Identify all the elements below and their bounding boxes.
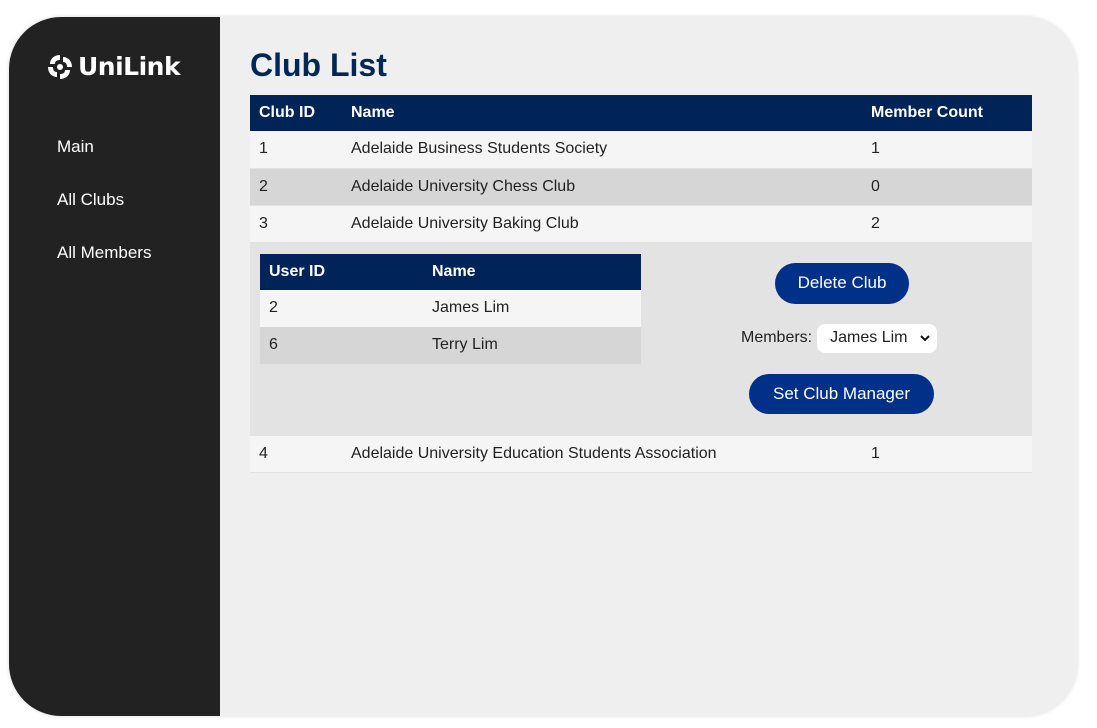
sidebar-item-all-clubs[interactable]: All Clubs <box>57 190 151 243</box>
delete-club-button[interactable]: Delete Club <box>775 262 909 304</box>
club-detail-row: User ID Name 2 James Lim 6 Terry Lim Del… <box>250 242 1032 436</box>
sidebar-item-all-members[interactable]: All Members <box>57 243 151 296</box>
table-row[interactable]: 3 Adelaide University Baking Club 2 <box>250 205 1032 243</box>
members-selector: Members: James Lim <box>741 323 938 353</box>
unilink-logo-icon <box>48 54 72 79</box>
sidebar: UniLink Main All Clubs All Members <box>9 17 220 716</box>
sidebar-nav: Main All Clubs All Members <box>57 137 151 296</box>
page-title: Club List <box>250 47 387 83</box>
member-row: 6 Terry Lim <box>260 326 641 364</box>
club-name-cell: Adelaide Business Students Society <box>342 131 862 169</box>
column-header-club-id: Club ID <box>250 95 342 131</box>
user-id-cell: 2 <box>260 289 423 327</box>
club-id-cell: 1 <box>250 131 342 169</box>
member-count-cell: 1 <box>862 435 1032 473</box>
app-window: UniLink Main All Clubs All Members Club … <box>9 17 1077 716</box>
member-name-cell: Terry Lim <box>423 326 641 364</box>
club-table-header: Club ID Name Member Count <box>250 95 1032 131</box>
members-label: Members: <box>741 329 813 346</box>
user-id-cell: 6 <box>260 326 423 364</box>
member-name-cell: James Lim <box>423 289 641 327</box>
club-detail-panel: User ID Name 2 James Lim 6 Terry Lim Del… <box>250 242 1032 436</box>
club-name-cell: Adelaide University Education Students A… <box>342 435 862 473</box>
club-id-cell: 2 <box>250 168 342 206</box>
club-name-cell: Adelaide University Chess Club <box>342 168 862 206</box>
table-row[interactable]: 2 Adelaide University Chess Club 0 <box>250 168 1032 206</box>
members-select-value: James Lim <box>830 329 908 346</box>
brand-name: UniLink <box>78 52 181 81</box>
member-count-cell: 1 <box>862 131 1032 169</box>
column-header-member-count: Member Count <box>862 95 1032 131</box>
member-row: 2 James Lim <box>260 289 641 327</box>
members-select[interactable]: James Lim <box>817 323 938 353</box>
set-club-manager-button[interactable]: Set Club Manager <box>749 373 934 414</box>
club-table: Club ID Name Member Count 1 Adelaide Bus… <box>250 95 1032 473</box>
column-header-name: Name <box>342 95 862 131</box>
club-name-cell: Adelaide University Baking Club <box>342 205 862 243</box>
column-header-member-name: Name <box>423 253 641 290</box>
table-row[interactable]: 1 Adelaide Business Students Society 1 <box>250 131 1032 169</box>
member-count-cell: 2 <box>862 205 1032 243</box>
club-id-cell: 4 <box>250 435 342 473</box>
sidebar-item-main[interactable]: Main <box>57 137 151 190</box>
members-table: User ID Name 2 James Lim 6 Terry Lim <box>260 253 641 364</box>
members-table-header: User ID Name <box>260 253 641 290</box>
column-header-user-id: User ID <box>260 253 423 290</box>
club-id-cell: 3 <box>250 205 342 243</box>
table-row[interactable]: 4 Adelaide University Education Students… <box>250 435 1032 473</box>
logo: UniLink <box>46 52 181 81</box>
main-content: Club List Club ID Name Member Count 1 Ad… <box>250 17 1077 716</box>
member-count-cell: 0 <box>862 168 1032 206</box>
chevron-down-icon <box>920 335 930 342</box>
